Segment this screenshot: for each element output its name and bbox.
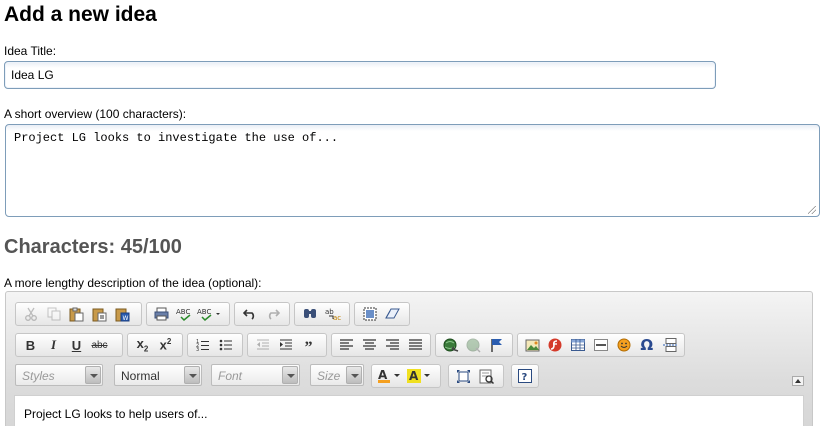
cut-icon[interactable] — [19, 304, 42, 324]
blockquote-icon[interactable]: ” — [297, 335, 320, 356]
toolbar-row-3: Styles Normal Font Size A A ? — [15, 364, 815, 388]
chevron-down-icon — [85, 366, 101, 384]
numbered-list-icon[interactable]: 123 — [191, 335, 214, 355]
add-idea-page: Add a new idea Idea Title: A short overv… — [0, 0, 822, 426]
editor-content-area[interactable]: Project LG looks to help users of... — [14, 395, 804, 426]
special-char-icon[interactable]: Ω — [635, 335, 658, 355]
smiley-icon[interactable] — [612, 335, 635, 355]
undo-icon[interactable] — [238, 304, 261, 324]
svg-text:?: ? — [522, 372, 528, 383]
svg-text:ABC: ABC — [176, 308, 190, 316]
collapse-toolbar-button[interactable] — [792, 376, 804, 386]
overview-textarea[interactable]: Project LG looks to investigate the use … — [5, 124, 820, 217]
font-combo[interactable]: Font — [211, 364, 300, 386]
styles-combo-label: Styles — [22, 369, 55, 383]
svg-text:A: A — [378, 368, 388, 382]
indent-group: ” — [247, 333, 327, 357]
description-label: A more lengthy description of the idea (… — [4, 276, 262, 290]
bold-icon[interactable]: B — [19, 335, 42, 355]
underline-icon[interactable]: U — [65, 335, 88, 355]
rich-text-editor: W ABC ABC ab ac B I U abc x2 x2 1 2 3 ” … — [5, 291, 813, 426]
show-blocks-icon[interactable] — [475, 366, 498, 386]
styles-combo[interactable]: Styles — [15, 364, 103, 386]
unlink-icon[interactable] — [462, 335, 485, 355]
format-combo[interactable]: Normal — [114, 364, 202, 386]
chevron-down-icon — [184, 366, 200, 384]
spellcheck-icon[interactable]: ABC — [173, 304, 196, 324]
svg-text:3: 3 — [196, 347, 199, 352]
idea-title-input[interactable] — [4, 61, 716, 89]
anchor-icon[interactable] — [485, 335, 508, 355]
link-icon[interactable] — [439, 335, 462, 355]
color-group: A A — [371, 364, 441, 388]
copy-icon[interactable] — [42, 304, 65, 324]
format-combo-label: Normal — [121, 369, 160, 383]
table-icon[interactable] — [567, 335, 590, 355]
horizontal-rule-icon[interactable] — [590, 335, 613, 355]
clipboard-group: W — [15, 302, 142, 326]
select-all-icon[interactable] — [358, 304, 381, 324]
outdent-icon[interactable] — [251, 335, 274, 355]
align-right-icon[interactable] — [381, 335, 404, 355]
find-icon[interactable] — [298, 304, 321, 324]
image-icon[interactable] — [521, 335, 544, 355]
svg-text:W: W — [123, 315, 129, 322]
strikethrough-icon[interactable]: abc — [88, 335, 111, 355]
bulleted-list-icon[interactable] — [214, 335, 237, 355]
flash-icon[interactable] — [544, 335, 567, 355]
resize-grip[interactable] — [808, 206, 816, 214]
remove-format-icon[interactable] — [381, 304, 404, 324]
text-color-icon[interactable]: A — [375, 366, 405, 386]
superscript-icon[interactable]: x2 — [154, 335, 177, 355]
about-icon[interactable]: ? — [515, 366, 535, 386]
basic-styles-group: B I U abc — [15, 333, 123, 357]
italic-icon[interactable]: I — [42, 335, 65, 355]
align-center-icon[interactable] — [358, 335, 381, 355]
chevron-down-icon — [282, 366, 298, 384]
paste-word-icon[interactable]: W — [111, 304, 134, 324]
replace-icon[interactable]: ab ac — [321, 304, 344, 324]
chevron-down-icon — [346, 366, 362, 384]
paste-text-icon[interactable] — [88, 304, 111, 324]
maximize-icon[interactable] — [452, 366, 475, 386]
redo-icon[interactable] — [261, 304, 284, 324]
svg-text:A: A — [409, 369, 419, 383]
svg-text:ABC: ABC — [197, 308, 211, 316]
font-combo-label: Font — [218, 369, 243, 383]
character-counter: Characters: 45/100 — [4, 236, 182, 258]
idea-title-label: Idea Title: — [4, 44, 57, 58]
script-group: x2 x2 — [127, 333, 183, 357]
page-break-icon[interactable] — [658, 335, 681, 355]
tools-group — [448, 364, 504, 388]
print-icon[interactable] — [150, 304, 173, 324]
insert-group: Ω — [517, 333, 685, 357]
link-group — [435, 333, 513, 357]
about-group: ? — [511, 364, 539, 388]
subscript-icon[interactable]: x2 — [131, 335, 154, 355]
page-title: Add a new idea — [4, 3, 157, 26]
print-spell-group: ABC ABC — [146, 302, 230, 326]
size-combo-label: Size — [317, 369, 341, 383]
undo-redo-group — [234, 302, 290, 326]
background-color-icon[interactable]: A — [405, 366, 435, 386]
paste-icon[interactable] — [65, 304, 88, 324]
overview-label: A short overview (100 characters): — [4, 107, 187, 121]
justify-icon[interactable] — [404, 335, 427, 355]
align-left-icon[interactable] — [335, 335, 358, 355]
size-combo[interactable]: Size — [310, 364, 364, 386]
list-group: 123 — [187, 333, 243, 357]
find-replace-group: ab ac — [294, 302, 350, 326]
spellcheck-as-you-type-icon[interactable]: ABC — [196, 304, 222, 324]
align-group — [331, 333, 431, 357]
select-group — [354, 302, 410, 326]
indent-icon[interactable] — [274, 335, 297, 355]
svg-text:ac: ac — [333, 314, 341, 321]
